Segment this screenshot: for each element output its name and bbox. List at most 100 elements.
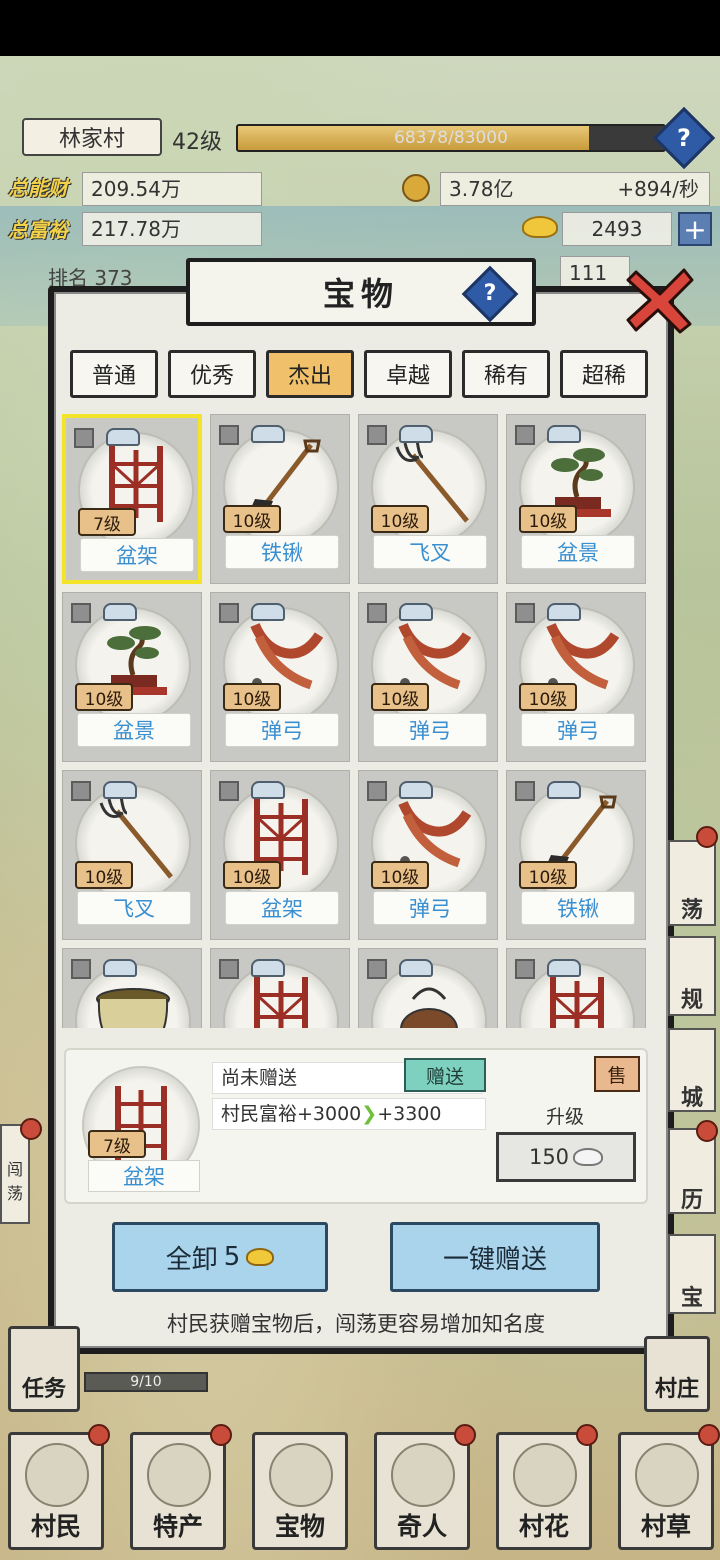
lock-icon[interactable] bbox=[251, 959, 285, 977]
coin-rate: +894/秒 bbox=[617, 177, 699, 201]
village-button[interactable]: 村庄 bbox=[644, 1336, 710, 1412]
treasure-item[interactable]: 10级 弹弓 bbox=[506, 592, 646, 762]
treasure-item[interactable]: 10级 铁锹 bbox=[210, 414, 350, 584]
teapot-icon bbox=[400, 987, 458, 1028]
lock-icon[interactable] bbox=[103, 603, 137, 621]
notification-dot bbox=[20, 1118, 42, 1140]
treasure-item[interactable]: 10级 铁锹 bbox=[506, 770, 646, 940]
lock-icon[interactable] bbox=[399, 959, 433, 977]
treasure-item[interactable]: 10级 盆景 bbox=[62, 592, 202, 762]
upgrade-cost: 150 bbox=[528, 1145, 570, 1169]
treasure-item[interactable] bbox=[62, 948, 202, 1028]
lock-icon[interactable] bbox=[106, 428, 140, 446]
lock-icon[interactable] bbox=[251, 781, 285, 799]
select-checkbox[interactable] bbox=[219, 603, 239, 623]
pot-icon bbox=[96, 988, 170, 1028]
item-name: 弹弓 bbox=[225, 713, 339, 747]
nav-item-0[interactable]: 村民 bbox=[8, 1432, 104, 1550]
specialty-icon bbox=[147, 1443, 211, 1507]
tab-rarity-0[interactable]: 普通 bbox=[70, 350, 158, 398]
treasure-item[interactable]: 10级 盆景 bbox=[506, 414, 646, 584]
side-button-rules[interactable]: 规 bbox=[668, 936, 716, 1016]
select-checkbox[interactable] bbox=[367, 603, 387, 623]
treasure-item[interactable]: 7级 盆架 bbox=[62, 414, 202, 584]
gold-ingot-icon bbox=[522, 216, 558, 238]
nav-item-5[interactable]: 村草 bbox=[618, 1432, 714, 1550]
lock-icon[interactable] bbox=[547, 425, 581, 443]
item-name: 飞叉 bbox=[373, 535, 487, 569]
item-level-badge: 10级 bbox=[223, 505, 281, 533]
lock-icon[interactable] bbox=[103, 959, 137, 977]
select-checkbox[interactable] bbox=[219, 781, 239, 801]
tab-rarity-5[interactable]: 超稀 bbox=[560, 350, 648, 398]
close-icon[interactable] bbox=[624, 264, 696, 336]
lock-icon[interactable] bbox=[399, 425, 433, 443]
nav-item-4[interactable]: 村花 bbox=[496, 1432, 592, 1550]
select-checkbox[interactable] bbox=[71, 781, 91, 801]
select-checkbox[interactable] bbox=[74, 428, 94, 448]
treasure-item[interactable]: 10级 弹弓 bbox=[358, 770, 498, 940]
total-wealth-value: 209.54万 bbox=[82, 172, 262, 206]
tab-rarity-2[interactable]: 杰出 bbox=[266, 350, 354, 398]
nav-label: 村民 bbox=[30, 1512, 81, 1541]
nav-item-3[interactable]: 奇人 bbox=[374, 1432, 470, 1550]
lock-icon[interactable] bbox=[547, 959, 581, 977]
sell-button[interactable]: 售 bbox=[594, 1056, 640, 1092]
treasure-item[interactable]: 10级 飞叉 bbox=[358, 414, 498, 584]
nav-item-1[interactable]: 特产 bbox=[130, 1432, 226, 1550]
side-button-wander[interactable]: 荡 bbox=[668, 840, 716, 926]
tab-rarity-4[interactable]: 稀有 bbox=[462, 350, 550, 398]
lock-icon[interactable] bbox=[399, 603, 433, 621]
detail-item-name: 盆架 bbox=[88, 1160, 200, 1192]
task-button[interactable]: 任务 bbox=[8, 1326, 80, 1412]
item-name: 盆景 bbox=[77, 713, 191, 747]
treasure-item[interactable] bbox=[506, 948, 646, 1028]
basin-stand-icon bbox=[550, 977, 604, 1028]
select-checkbox[interactable] bbox=[71, 959, 91, 979]
treasure-item[interactable]: 10级 飞叉 bbox=[62, 770, 202, 940]
select-checkbox[interactable] bbox=[367, 959, 387, 979]
gift-all-button[interactable]: 一键赠送 bbox=[390, 1222, 600, 1292]
item-level-badge: 10级 bbox=[519, 505, 577, 533]
select-checkbox[interactable] bbox=[367, 425, 387, 445]
add-gold-button[interactable]: + bbox=[678, 212, 712, 246]
lock-icon[interactable] bbox=[547, 603, 581, 621]
gift-button[interactable]: 赠送 bbox=[404, 1058, 486, 1092]
unequip-all-button[interactable]: 全卸 5 bbox=[112, 1222, 328, 1292]
select-checkbox[interactable] bbox=[515, 425, 535, 445]
nav-item-2[interactable]: 宝物 bbox=[252, 1432, 348, 1550]
item-level-badge: 7级 bbox=[78, 508, 136, 536]
treasure-item[interactable] bbox=[358, 948, 498, 1028]
select-checkbox[interactable] bbox=[71, 603, 91, 623]
side-button-city[interactable]: 城 bbox=[668, 1028, 716, 1112]
lock-icon[interactable] bbox=[547, 781, 581, 799]
tab-rarity-1[interactable]: 优秀 bbox=[168, 350, 256, 398]
select-checkbox[interactable] bbox=[515, 603, 535, 623]
upgrade-button[interactable]: 150 bbox=[496, 1132, 636, 1182]
treasure-grid[interactable]: 7级 盆架 10级 铁锹 10级 飞叉 10级 盆景 10级 盆景 10级 弹弓 10级 弹弓… bbox=[62, 414, 654, 1028]
stranger-icon bbox=[391, 1443, 455, 1507]
treasure-item[interactable]: 10级 弹弓 bbox=[358, 592, 498, 762]
tab-rarity-3[interactable]: 卓越 bbox=[364, 350, 452, 398]
lock-icon[interactable] bbox=[251, 603, 285, 621]
side-button-treasure[interactable]: 宝 bbox=[668, 1234, 716, 1314]
village-name[interactable]: 林家村 bbox=[22, 118, 162, 156]
lock-icon[interactable] bbox=[251, 425, 285, 443]
notification-dot bbox=[696, 826, 718, 848]
treasure-item[interactable] bbox=[210, 948, 350, 1028]
select-checkbox[interactable] bbox=[367, 781, 387, 801]
lock-icon[interactable] bbox=[103, 781, 137, 799]
select-checkbox[interactable] bbox=[219, 425, 239, 445]
village-belle-icon bbox=[513, 1443, 577, 1507]
select-checkbox[interactable] bbox=[515, 959, 535, 979]
select-checkbox[interactable] bbox=[219, 959, 239, 979]
treasure-item[interactable]: 10级 弹弓 bbox=[210, 592, 350, 762]
nav-label: 奇人 bbox=[396, 1512, 447, 1541]
total-prosperity-value: 217.78万 bbox=[82, 212, 262, 246]
lock-icon[interactable] bbox=[399, 781, 433, 799]
gold-ingot-icon bbox=[246, 1248, 275, 1266]
upgrade-label: 升级 bbox=[546, 1106, 585, 1128]
select-checkbox[interactable] bbox=[515, 781, 535, 801]
treasure-item[interactable]: 10级 盆架 bbox=[210, 770, 350, 940]
item-level-badge: 10级 bbox=[371, 683, 429, 711]
